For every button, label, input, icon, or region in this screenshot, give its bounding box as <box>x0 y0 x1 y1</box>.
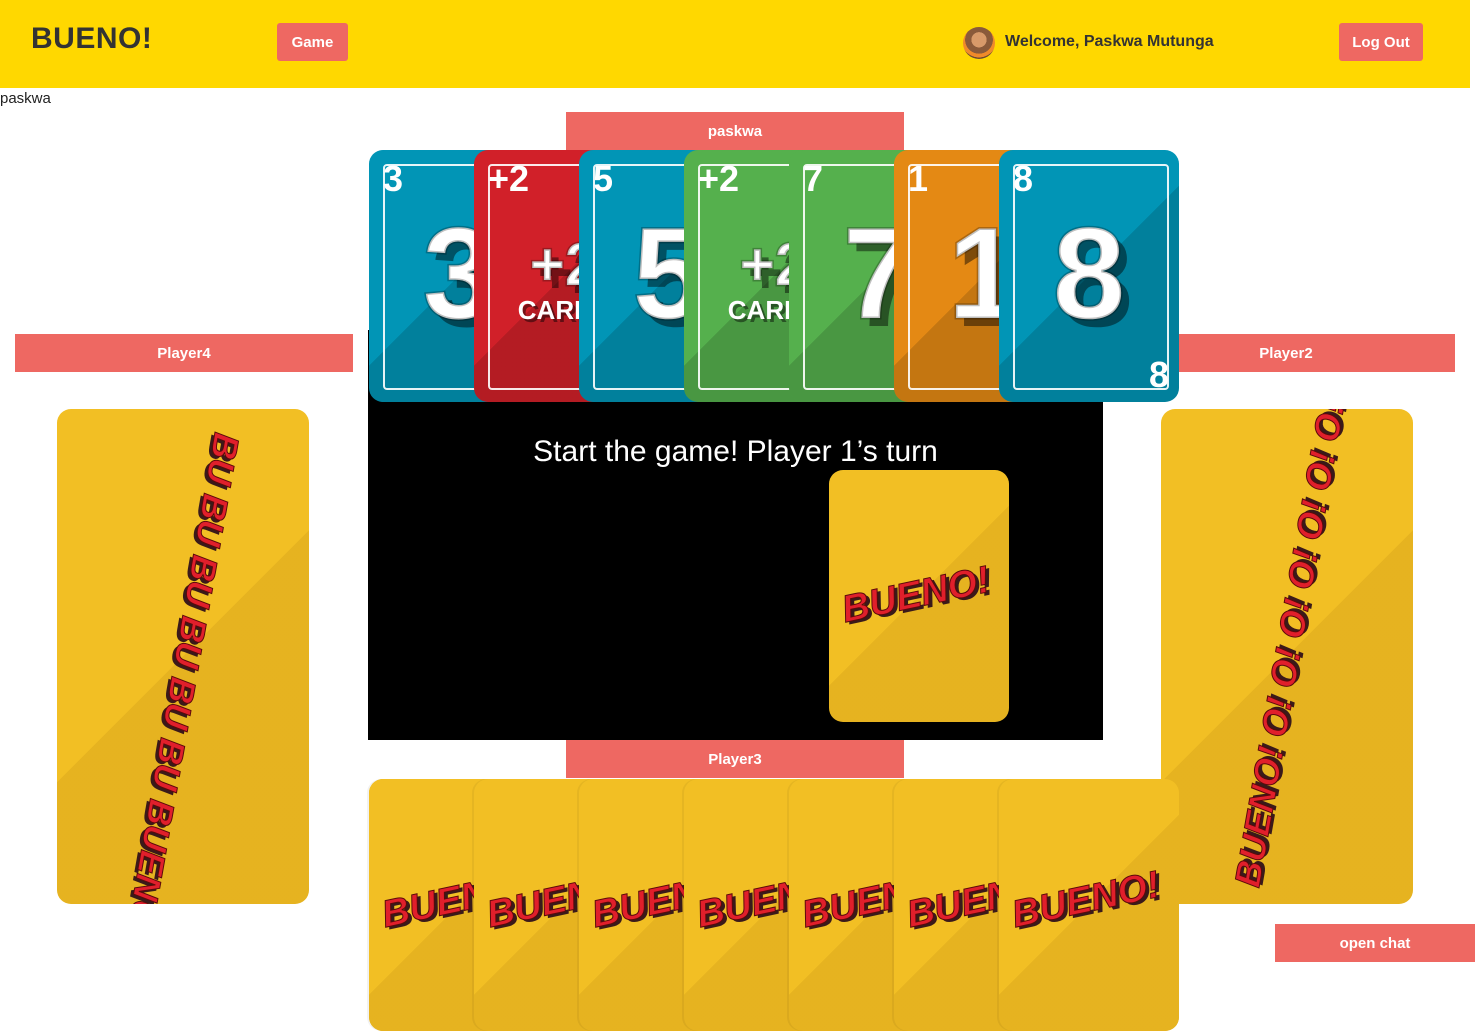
right-opponent-hand: BUENO! O! O! O! O! O! O! O! <box>1161 409 1413 904</box>
game-nav-button[interactable]: Game <box>277 23 348 61</box>
game-status: Start the game! Player 1’s turn <box>533 435 938 468</box>
card-center-value: 8 <box>1051 199 1126 348</box>
player-label-left: Player4 <box>15 334 353 372</box>
card-corner-value: 5 <box>593 158 614 199</box>
card-corner-value: 3 <box>383 158 404 199</box>
opponent-card-back: BUENO! <box>999 779 1179 1031</box>
card-corner-value: 8 <box>1013 158 1034 199</box>
card-corner-value: +2 <box>488 158 530 199</box>
user-avatar <box>963 27 995 59</box>
left-opponent-hand: BU BU BU BU BU BU BUENO! <box>57 409 309 904</box>
open-chat-button[interactable]: open chat <box>1275 924 1475 962</box>
player-label-top: paskwa <box>566 112 904 150</box>
top-header <box>0 0 1470 88</box>
draw-pile-card[interactable]: BUENO! <box>829 470 1009 722</box>
logout-button[interactable]: Log Out <box>1339 23 1423 61</box>
card-corner-value: 7 <box>803 158 824 199</box>
card-corner-value: +2 <box>698 158 740 199</box>
card-corner-value-bottom: 8 <box>1148 354 1169 395</box>
card-corner-value: 1 <box>908 158 929 199</box>
brand-logo[interactable]: BUENO! <box>31 22 152 56</box>
player-label-bottom: Player3 <box>566 740 904 778</box>
hand-card[interactable]: 888 <box>999 150 1179 402</box>
welcome-text: Welcome, Paskwa Mutunga <box>1005 33 1214 50</box>
username-label: paskwa <box>0 90 51 107</box>
